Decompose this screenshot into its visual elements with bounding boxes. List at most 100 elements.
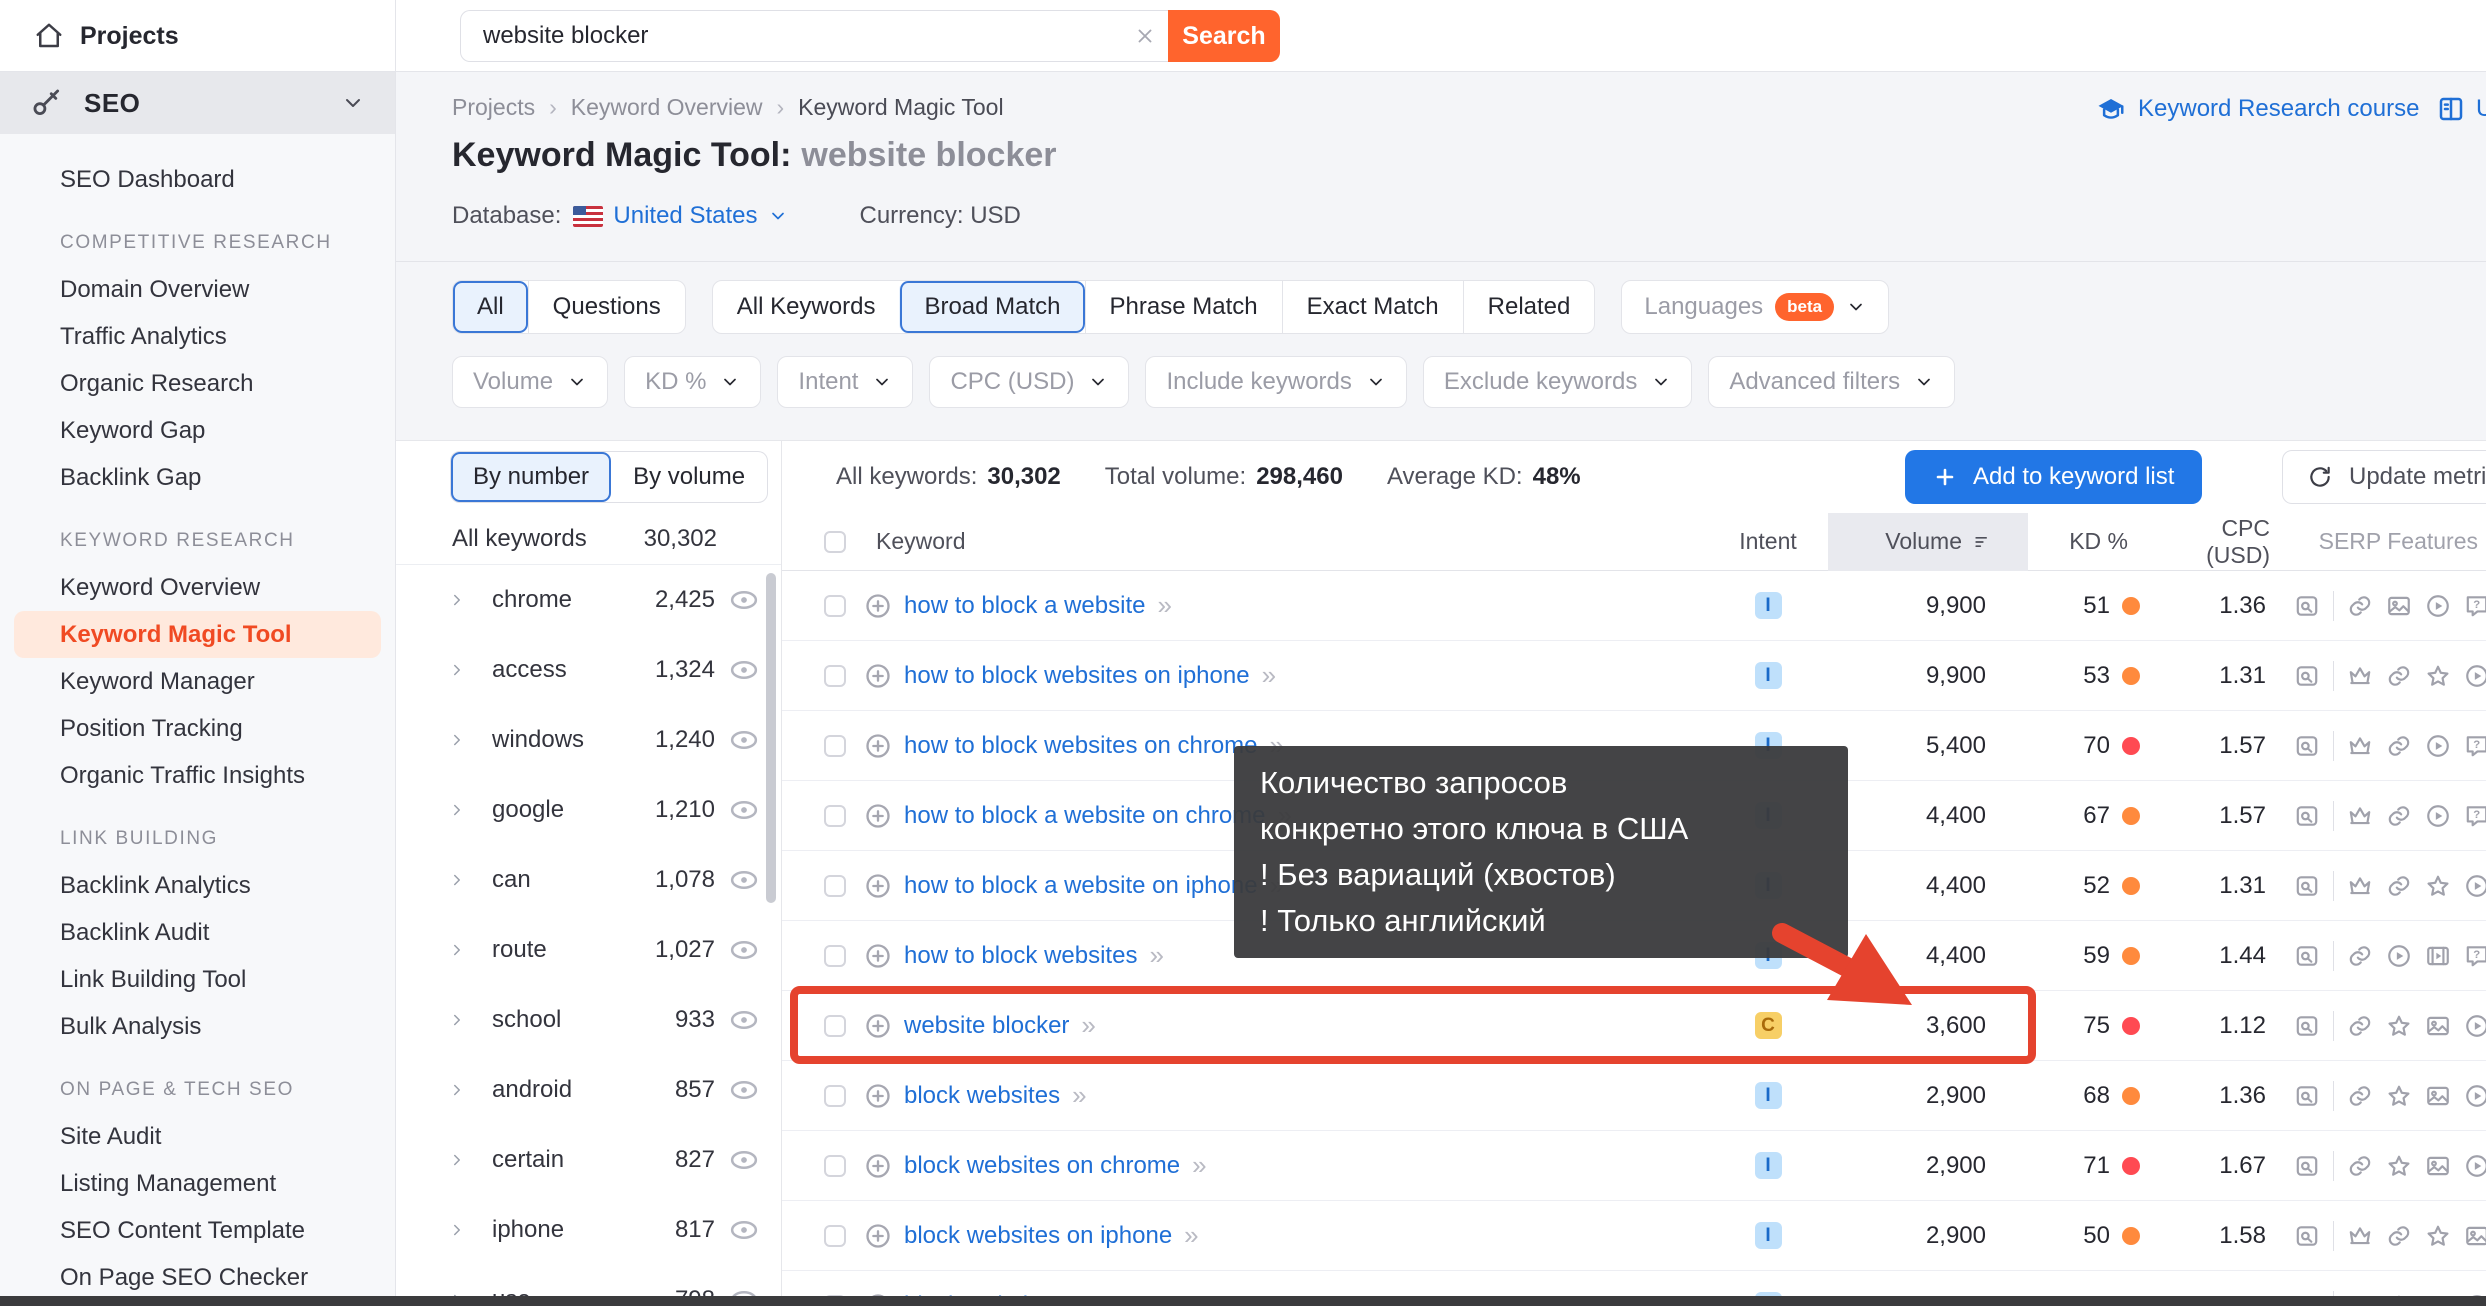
select-all-checkbox[interactable] [824,531,846,553]
tab[interactable]: All [453,281,528,333]
sidebar-item[interactable]: Backlink Analytics [0,862,395,909]
sidebar-item[interactable]: SEO Content Template [0,1207,395,1254]
expand-keyword-icon[interactable]: » [1262,660,1276,691]
keyword-link[interactable]: how to block a website on iphone [904,872,1258,900]
tab[interactable]: Phrase Match [1085,281,1282,333]
eye-icon[interactable] [729,725,759,755]
tab[interactable]: Questions [528,281,685,333]
sidebar-item[interactable]: Backlink Audit [0,909,395,956]
filter-dropdown[interactable]: Exclude keywords [1423,356,1692,408]
chevron-right-icon[interactable] [448,801,466,819]
chevron-right-icon[interactable] [448,591,466,609]
chevron-right-icon[interactable] [448,1081,466,1099]
keyword-group-item[interactable]: certain 827 [396,1125,781,1195]
eye-icon[interactable] [729,655,759,685]
row-checkbox[interactable] [824,1225,846,1247]
tab[interactable]: Exact Match [1282,281,1463,333]
row-checkbox[interactable] [824,735,846,757]
chevron-right-icon[interactable] [448,731,466,749]
eye-icon[interactable] [729,795,759,825]
add-keyword-icon[interactable] [864,1012,892,1040]
sidebar-item[interactable]: Backlink Gap [0,454,395,501]
breadcrumb-projects[interactable]: Projects [452,94,535,121]
sidebar-item[interactable]: Keyword Magic Tool [14,611,381,658]
breadcrumb-keyword-overview[interactable]: Keyword Overview [571,94,763,121]
sidebar-item[interactable]: Organic Traffic Insights [0,752,395,799]
languages-dropdown[interactable]: Languages beta [1621,280,1889,334]
row-checkbox[interactable] [824,665,846,687]
filter-dropdown[interactable]: Advanced filters [1708,356,1955,408]
sort-by-number-button[interactable]: By number [451,452,611,502]
header-serp-features[interactable]: SERP Features [2286,528,2486,555]
tab[interactable]: Related [1463,281,1595,333]
expand-keyword-icon[interactable]: » [1192,1150,1206,1181]
filter-dropdown[interactable]: Intent [777,356,913,408]
keyword-link[interactable]: block websites on iphone [904,1222,1172,1250]
header-keyword[interactable]: Keyword [846,528,1708,555]
sort-by-volume-button[interactable]: By volume [611,452,767,502]
keyword-group-item[interactable]: can 1,078 [396,845,781,915]
filter-dropdown[interactable]: CPC (USD) [929,356,1129,408]
keyword-group-item[interactable]: google 1,210 [396,775,781,845]
groups-header[interactable]: All keywords 30,302 [396,513,781,565]
filter-dropdown[interactable]: KD % [624,356,761,408]
sidebar-item[interactable]: Position Tracking [0,705,395,752]
eye-icon[interactable] [729,1145,759,1175]
search-button[interactable]: Search [1168,10,1280,62]
chevron-right-icon[interactable] [448,1011,466,1029]
filter-dropdown[interactable]: Include keywords [1145,356,1406,408]
row-checkbox[interactable] [824,1155,846,1177]
keyword-group-item[interactable]: android 857 [396,1055,781,1125]
keyword-group-item[interactable]: iphone 817 [396,1195,781,1265]
filter-dropdown[interactable]: Volume [452,356,608,408]
keyword-link[interactable]: how to block websites [904,942,1137,970]
keyword-link[interactable]: block websites on chrome [904,1152,1180,1180]
sidebar-item[interactable]: SEO Dashboard [0,156,395,203]
eye-icon[interactable] [729,1005,759,1035]
chevron-right-icon[interactable] [448,1221,466,1239]
keyword-link[interactable]: how to block websites on iphone [904,662,1250,690]
sidebar-item[interactable]: Bulk Analysis [0,1003,395,1050]
expand-keyword-icon[interactable]: » [1184,1220,1198,1251]
sidebar-item[interactable]: Listing Management [0,1160,395,1207]
sidebar-item[interactable]: Organic Research [0,360,395,407]
keyword-group-item[interactable]: route 1,027 [396,915,781,985]
sidebar-item[interactable]: Keyword Gap [0,407,395,454]
eye-icon[interactable] [729,1075,759,1105]
add-keyword-icon[interactable] [864,1222,892,1250]
add-keyword-icon[interactable] [864,942,892,970]
sidebar-item[interactable]: Keyword Manager [0,658,395,705]
tab[interactable]: All Keywords [713,281,900,333]
add-keyword-icon[interactable] [864,1082,892,1110]
add-keyword-icon[interactable] [864,662,892,690]
keyword-link[interactable]: how to block websites on chrome [904,732,1258,760]
chevron-right-icon[interactable] [448,1151,466,1169]
add-keyword-icon[interactable] [864,732,892,760]
keyword-link[interactable]: how to block a website [904,592,1145,620]
keyword-link[interactable]: website blocker [904,1012,1069,1040]
groups-scrollbar[interactable] [766,573,776,903]
row-checkbox[interactable] [824,805,846,827]
header-intent[interactable]: Intent [1708,528,1828,555]
expand-keyword-icon[interactable]: » [1157,590,1171,621]
sidebar-item[interactable]: Keyword Overview [0,564,395,611]
row-checkbox[interactable] [824,595,846,617]
add-keyword-icon[interactable] [864,872,892,900]
sidebar-item[interactable]: On Page SEO Checker [0,1254,395,1301]
keyword-group-item[interactable]: school 933 [396,985,781,1055]
row-checkbox[interactable] [824,875,846,897]
eye-icon[interactable] [729,585,759,615]
chevron-right-icon[interactable] [448,941,466,959]
sidebar-item[interactable]: Traffic Analytics [0,313,395,360]
eye-icon[interactable] [729,1215,759,1245]
sidebar-item[interactable]: Domain Overview [0,266,395,313]
keyword-research-course-link[interactable]: Keyword Research course [2096,94,2419,124]
row-checkbox[interactable] [824,1015,846,1037]
sidebar-section-seo[interactable]: SEO [0,72,395,134]
user-manual-link[interactable]: U [2436,94,2486,124]
keyword-group-item[interactable]: chrome 2,425 [396,565,781,635]
clear-search-icon[interactable] [1122,25,1168,47]
chevron-right-icon[interactable] [448,661,466,679]
chevron-right-icon[interactable] [448,871,466,889]
projects-home[interactable]: Projects [0,0,396,72]
